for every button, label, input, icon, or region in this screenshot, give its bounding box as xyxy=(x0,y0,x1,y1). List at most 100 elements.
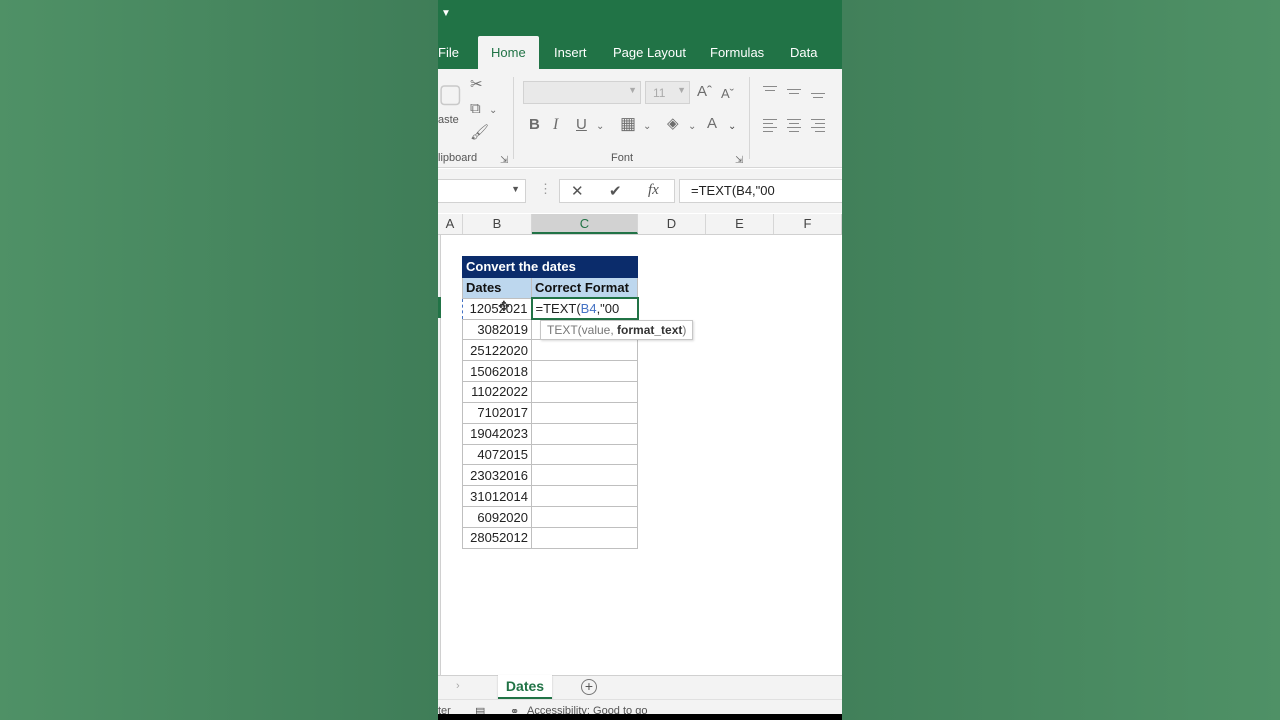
title-bar: ▼ xyxy=(438,0,842,36)
table-row: 19042023 xyxy=(462,422,638,445)
paste-icon[interactable]: ▢ xyxy=(438,79,463,107)
insert-function-icon[interactable]: fx xyxy=(648,182,659,199)
name-box[interactable]: ▼ xyxy=(438,179,526,203)
underline-icon[interactable]: U xyxy=(576,117,587,133)
table-row: 11022022 xyxy=(462,381,638,403)
font-launcher-icon[interactable]: ⇲ xyxy=(735,153,743,169)
cut-icon[interactable]: ✂ xyxy=(470,77,483,93)
table-row: 12052021 =TEXT(B4,"00 xyxy=(462,297,639,321)
enter-icon[interactable]: ✔ xyxy=(609,182,622,200)
format-painter-icon[interactable]: 🖌 xyxy=(470,125,489,141)
date-cell[interactable]: 11022022 xyxy=(462,381,532,403)
column-header-c[interactable]: C xyxy=(532,214,638,234)
column-header-a[interactable]: A xyxy=(438,214,463,234)
font-color-dropdown-icon[interactable]: ⌄ xyxy=(728,119,736,135)
cancel-icon[interactable]: ✕ xyxy=(571,182,584,200)
column-header-b[interactable]: B xyxy=(463,214,532,234)
sheet-tab-dates[interactable]: Dates xyxy=(498,675,552,699)
italic-icon[interactable]: I xyxy=(553,117,558,133)
decrease-font-icon[interactable]: Aˇ xyxy=(721,86,734,102)
result-cell[interactable] xyxy=(531,360,638,383)
column-header-d[interactable]: D xyxy=(638,214,706,234)
font-name-box[interactable]: ▼ xyxy=(523,81,641,104)
date-cell[interactable]: 25122020 xyxy=(462,339,532,362)
tab-formulas[interactable]: Formulas xyxy=(710,36,764,69)
tab-file[interactable]: File xyxy=(438,36,459,69)
row-headers xyxy=(438,235,441,675)
date-cell[interactable]: 28052012 xyxy=(462,526,532,549)
borders-icon[interactable]: ▦ xyxy=(620,115,636,132)
date-cell[interactable]: 23032016 xyxy=(462,464,532,487)
font-size-box[interactable]: 11 ▼ xyxy=(645,81,690,104)
background-right xyxy=(842,0,1280,720)
formula-bar: ▼ ⋮ ✕ ✔ fx =TEXT(B4,"00 xyxy=(438,169,842,213)
date-cell[interactable]: 12052021 xyxy=(462,297,532,320)
font-name-dropdown-icon[interactable]: ▼ xyxy=(628,85,637,95)
sheet-scroll-right-icon[interactable]: › xyxy=(456,680,460,692)
column-header-e[interactable]: E xyxy=(706,214,774,234)
font-size-dropdown-icon[interactable]: ▼ xyxy=(677,85,686,95)
font-size-value: 11 xyxy=(653,86,666,100)
tab-insert[interactable]: Insert xyxy=(554,36,587,69)
increase-font-icon[interactable]: Aˆ xyxy=(697,84,712,100)
fill-color-dropdown-icon[interactable]: ⌄ xyxy=(688,119,696,135)
screen-bottom-edge xyxy=(438,714,842,720)
date-cell[interactable]: 15062018 xyxy=(462,360,532,383)
name-box-dropdown-icon[interactable]: ▼ xyxy=(511,184,520,194)
clipboard-launcher-icon[interactable]: ⇲ xyxy=(500,153,508,169)
formula-input[interactable]: =TEXT(B4,"00 xyxy=(679,179,842,203)
sheet-tabs-bar: › Dates + xyxy=(438,675,842,699)
table-row: 7102017 xyxy=(462,401,638,424)
date-cell[interactable]: 31012014 xyxy=(462,485,532,508)
result-cell[interactable] xyxy=(531,381,638,403)
formula-bar-grip-icon[interactable]: ⋮ xyxy=(539,181,552,197)
tooltip-function[interactable]: TEXT(value, xyxy=(547,323,617,337)
result-cell[interactable] xyxy=(531,443,638,466)
column-header-f[interactable]: F xyxy=(774,214,842,234)
tab-data[interactable]: Data xyxy=(790,36,817,69)
add-sheet-icon[interactable]: + xyxy=(581,679,597,695)
date-cell[interactable]: 19042023 xyxy=(462,422,532,445)
result-cell[interactable] xyxy=(531,422,638,445)
result-cell[interactable] xyxy=(531,526,638,549)
date-cell[interactable]: 6092020 xyxy=(462,506,532,528)
font-color-icon[interactable]: A xyxy=(707,116,717,132)
result-cell[interactable] xyxy=(531,339,638,362)
date-cell[interactable]: 3082019 xyxy=(462,318,532,341)
result-cell[interactable] xyxy=(531,401,638,424)
fill-color-icon[interactable]: ◈ xyxy=(667,116,679,132)
ribbon: ▢ aste ✂ ⧉ ⌄ 🖌 lipboard ⇲ ▼ 11 ▼ Aˆ Aˇ B… xyxy=(438,69,842,168)
table-row: 6092020 xyxy=(462,506,638,528)
result-cell[interactable] xyxy=(531,464,638,487)
table-row: 4072015 xyxy=(462,443,638,466)
tab-page-layout[interactable]: Page Layout xyxy=(613,36,686,69)
bold-icon[interactable]: B xyxy=(529,117,540,133)
copy-dropdown-icon[interactable]: ⌄ xyxy=(489,103,497,119)
table-title[interactable]: Convert the dates xyxy=(462,256,638,278)
header-correct-format[interactable]: Correct Format xyxy=(531,276,638,299)
table-row: 23032016 xyxy=(462,464,638,487)
date-cell[interactable]: 4072015 xyxy=(462,443,532,466)
tab-home[interactable]: Home xyxy=(478,36,539,69)
background-left xyxy=(0,0,438,720)
ribbon-separator xyxy=(749,77,750,159)
underline-dropdown-icon[interactable]: ⌄ xyxy=(596,119,604,135)
excel-window: ▼ File Home Insert Page Layout Formulas … xyxy=(438,0,842,720)
table-header-row: Dates Correct Format xyxy=(462,276,638,299)
result-cell[interactable] xyxy=(531,485,638,508)
result-cell[interactable] xyxy=(531,506,638,528)
table-title-row: Convert the dates xyxy=(462,256,638,278)
formula-prefix: =TEXT( xyxy=(535,301,581,317)
tooltip-argument[interactable]: format_text xyxy=(617,323,682,337)
column-headers: A B C D E F xyxy=(438,214,842,235)
quick-access-dropdown-icon[interactable]: ▼ xyxy=(441,9,451,19)
header-dates[interactable]: Dates xyxy=(462,276,532,299)
font-group-label: Font xyxy=(611,152,634,164)
dates-table: Convert the dates Dates Correct Format 1… xyxy=(462,256,639,549)
table-row: 28052012 xyxy=(462,526,638,549)
editing-cell[interactable]: =TEXT(B4,"00 xyxy=(530,297,639,321)
tooltip-close: ) xyxy=(682,323,687,337)
date-cell[interactable]: 7102017 xyxy=(462,401,532,424)
copy-icon[interactable]: ⧉ xyxy=(470,101,481,117)
borders-dropdown-icon[interactable]: ⌄ xyxy=(643,119,651,135)
